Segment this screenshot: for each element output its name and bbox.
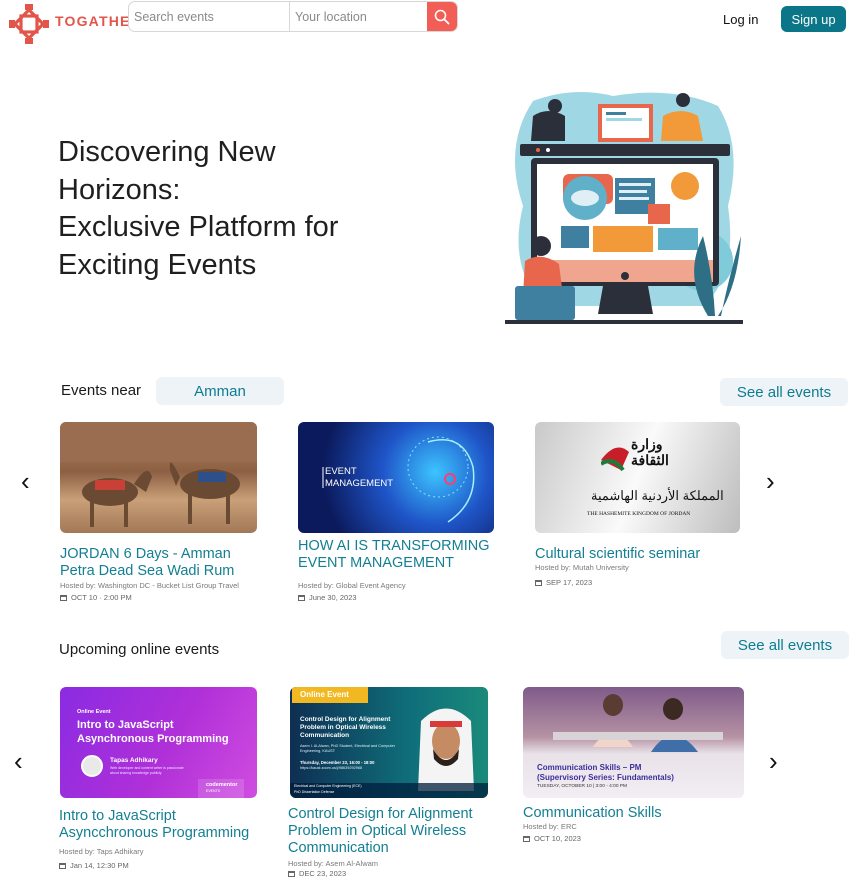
image-headline-line: (Supervisory Series: Fundamentals): [537, 773, 674, 782]
event-image[interactable]: Online Event Control Design for Alignmen…: [290, 687, 488, 798]
event-title[interactable]: JORDAN 6 Days - Amman Petra Dead Sea Wad…: [60, 546, 260, 580]
image-caption-line: وزارة: [631, 436, 663, 452]
image-headline: Intro to JavaScript Asynchronous Program…: [77, 719, 229, 745]
event-date: OCT 10, 2023: [523, 834, 581, 843]
image-footer-line: PhD Dissertation Defense: [294, 790, 335, 794]
image-footer-line: Electrical and Computer Engineering (ECE…: [294, 784, 362, 788]
city-selector[interactable]: Amman: [156, 377, 284, 405]
hero-title-line: Horizons:: [58, 173, 181, 206]
image-caption: EVENT MANAGEMENT: [325, 466, 393, 490]
calendar-icon: [288, 870, 295, 877]
presenter-photo: [418, 708, 474, 791]
hero-title-line: Exclusive Platform for: [58, 211, 339, 243]
chevron-left-icon[interactable]: ‹: [21, 468, 30, 494]
event-title[interactable]: HOW AI IS TRANSFORMING EVENT MANAGEMENT: [298, 538, 503, 572]
image-tag: Online Event: [77, 709, 111, 715]
brand-logo-icon[interactable]: [8, 3, 50, 45]
event-date: Jan 14, 12:30 PM: [59, 861, 129, 870]
image-when: Thursday, December 23, 16:00 - 18:00: [300, 760, 375, 765]
calendar-icon: [535, 579, 542, 586]
search-button[interactable]: [427, 2, 457, 31]
calendar-icon: [60, 594, 67, 601]
event-date: OCT 10 · 2:00 PM: [60, 593, 132, 602]
image-link: https://kaust.zoom.us/j/98639292968: [300, 766, 363, 770]
image-when: TUESDAY, OCTOBER 10 | 3:00 - 4:00 PM: [537, 784, 628, 789]
event-image[interactable]: Communication Skills – PM (Supervisory S…: [523, 687, 744, 798]
search-bar: [128, 1, 458, 32]
image-speaker-bio: Web developer and content writer is pass…: [110, 766, 184, 775]
calendar-icon: [523, 835, 530, 842]
event-host: Hosted by: Mutah University: [535, 563, 629, 572]
image-presenter: Asem I. Al-Alwan, PhD Student, Electrica…: [300, 744, 395, 753]
avatar: [81, 755, 103, 777]
event-host: Hosted by: Washington DC - Bucket List G…: [60, 581, 239, 590]
event-date: June 30, 2023: [298, 593, 357, 602]
upcoming-online-label: Upcoming online events: [59, 641, 220, 658]
event-image[interactable]: EVENT MANAGEMENT: [298, 422, 494, 533]
image-brand-sub: EVENTS: [206, 789, 221, 793]
image-tag: Online Event: [300, 690, 349, 699]
image-caption: THE HASHEMITE KINGDOM OF JORDAN: [587, 511, 691, 517]
event-date-text: June 30, 2023: [309, 593, 357, 602]
hero-title-line: Discovering New: [58, 136, 276, 168]
image-headline: Communication Skills – PM (Supervisory S…: [537, 763, 674, 783]
event-host: Hosted by: Asem Al-Alwam: [288, 859, 379, 868]
image-brand: codementor: [206, 782, 238, 788]
event-date: DEC 23, 2023: [288, 869, 346, 878]
image-caption: وزارة الثقافة: [631, 436, 669, 468]
event-image[interactable]: وزارة الثقافة المملكة الأردنية الهاشمية …: [535, 422, 740, 533]
event-date-text: SEP 17, 2023: [546, 578, 593, 587]
event-date-text: DEC 23, 2023: [299, 869, 347, 878]
chevron-right-icon[interactable]: ›: [766, 468, 775, 494]
search-input[interactable]: [129, 2, 289, 31]
image-caption-line: MANAGEMENT: [325, 478, 394, 489]
login-link[interactable]: Log in: [723, 12, 758, 27]
image-caption-line: الثقافة: [631, 452, 669, 468]
event-host: Hosted by: Taps Adhikary: [59, 847, 144, 856]
event-host: Hosted by: ERC: [523, 822, 577, 831]
calendar-icon: [59, 862, 66, 869]
event-host: Hosted by: Global Event Agency: [298, 581, 406, 590]
event-title[interactable]: Cultural scientific seminar: [535, 546, 745, 563]
chevron-right-icon[interactable]: ›: [769, 748, 778, 774]
hero-title: Discovering New Horizons: Exclusive Plat…: [58, 134, 418, 284]
event-date-text: OCT 10, 2023: [534, 834, 581, 843]
image-brand-box: codementor EVENTS: [198, 779, 244, 798]
image-caption-line: EVENT: [325, 466, 357, 477]
image-headline-line: Communication Skills – PM: [537, 763, 642, 772]
hero-title-line: Exciting Events: [58, 248, 257, 281]
calendar-icon: [298, 594, 305, 601]
hero-illustration: [503, 86, 748, 331]
image-speaker: Tapas Adhikary: [110, 757, 158, 764]
see-all-events-button[interactable]: See all events: [721, 631, 849, 659]
image-headline: Control Design for Alignment Problem in …: [300, 716, 391, 739]
event-date: SEP 17, 2023: [535, 578, 592, 587]
event-image[interactable]: [60, 422, 257, 533]
chevron-left-icon[interactable]: ‹: [14, 748, 23, 774]
event-date-text: OCT 10 · 2:00 PM: [71, 593, 132, 602]
image-caption: المملكة الأردنية الهاشمية: [591, 488, 724, 503]
search-icon: [434, 9, 450, 24]
event-title[interactable]: Control Design for Alignment Problem in …: [288, 806, 488, 857]
event-title[interactable]: Communication Skills: [523, 805, 733, 822]
events-near-label: Events near: [61, 382, 142, 399]
location-input[interactable]: [290, 2, 428, 31]
image-footer: Electrical and Computer Engineering (ECE…: [290, 783, 488, 798]
see-all-events-button[interactable]: See all events: [720, 378, 848, 406]
event-title[interactable]: Intro to JavaScript Asyncchronous Progra…: [59, 808, 269, 842]
event-date-text: Jan 14, 12:30 PM: [70, 861, 129, 870]
signup-button[interactable]: Sign up: [781, 6, 846, 32]
event-image[interactable]: Online Event Intro to JavaScript Asynchr…: [60, 687, 257, 798]
